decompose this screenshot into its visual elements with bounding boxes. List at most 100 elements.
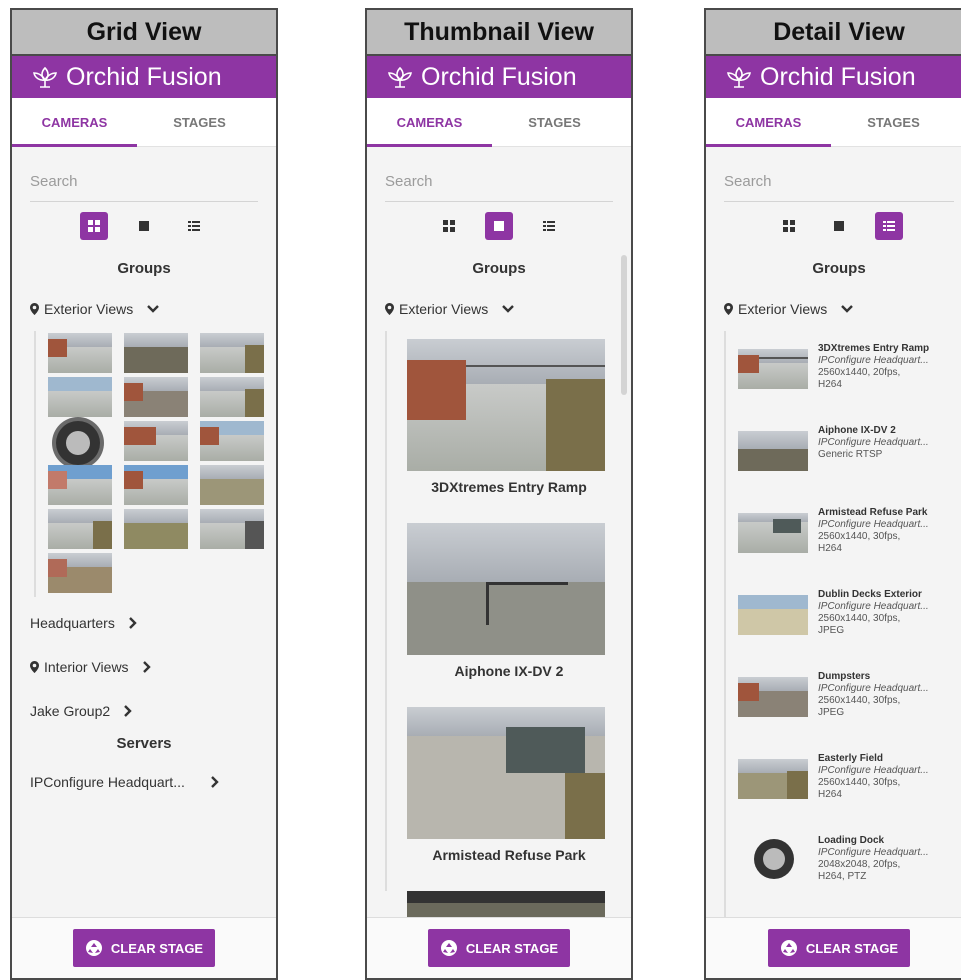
panel-caption: Thumbnail View	[367, 10, 631, 56]
grid-view-button[interactable]	[80, 212, 108, 240]
group-label: Exterior Views	[399, 301, 489, 317]
bottom-bar: CLEAR STAGE	[12, 917, 276, 978]
group-label: Headquarters	[30, 615, 115, 631]
camera-tile[interactable]	[56, 421, 100, 465]
camera-image	[738, 677, 808, 717]
grid-view-button[interactable]	[435, 212, 463, 240]
camera-spec: JPEG	[818, 707, 845, 718]
camera-name: Dublin Decks Exterior	[818, 589, 922, 600]
camera-tile[interactable]	[200, 421, 264, 461]
camera-tile[interactable]	[124, 465, 188, 505]
camera-tile[interactable]	[124, 421, 188, 461]
camera-tile[interactable]	[48, 553, 112, 593]
camera-location: IPConfigure Headquart...	[818, 847, 929, 858]
camera-info: Aiphone IX-DV 2 IPConfigure Headquart... G…	[818, 425, 953, 461]
camera-tile[interactable]	[48, 333, 112, 373]
camera-info: Loading Dock IPConfigure Headquart... 2048…	[818, 835, 953, 883]
detail-view-button[interactable]	[535, 212, 563, 240]
tab-bar: CAMERAS STAGES	[12, 98, 276, 147]
camera-tile[interactable]	[200, 333, 264, 373]
tab-stages[interactable]: STAGES	[492, 98, 617, 146]
list-icon	[188, 221, 200, 231]
camera-tile[interactable]	[48, 509, 112, 549]
thumbnail-view-button[interactable]	[825, 212, 853, 240]
detail-view-button[interactable]	[180, 212, 208, 240]
thumbnail-view-button[interactable]	[130, 212, 158, 240]
camera-tile[interactable]	[124, 509, 188, 549]
camera-detail-row[interactable]: Armistead Refuse Park IPConfigure Headqua…	[726, 507, 961, 589]
camera-thumbnail[interactable]: 3DXtremes Entry Ramp	[387, 331, 631, 495]
camera-spec: 2560x1440, 30fps,	[818, 777, 901, 788]
group-label: Exterior Views	[738, 301, 828, 317]
groups-heading: Groups	[472, 260, 526, 277]
tab-stages[interactable]: STAGES	[137, 98, 262, 146]
group-exterior-views[interactable]: Exterior Views	[367, 287, 631, 331]
camera-name: Easterly Field	[818, 753, 884, 764]
group-exterior-views[interactable]: Exterior Views	[706, 287, 961, 331]
view-toggle	[706, 210, 961, 242]
camera-tile[interactable]	[200, 465, 264, 505]
clear-stage-button[interactable]: CLEAR STAGE	[72, 929, 216, 967]
square-icon	[139, 221, 149, 231]
camera-spec: 2560x1440, 20fps,	[818, 367, 901, 378]
thumbnail-view-panel: Thumbnail View Orchid Fusion CAMERAS STA…	[365, 8, 633, 980]
search-input[interactable]: Search	[724, 161, 954, 202]
list-icon	[543, 221, 555, 231]
clear-stage-label: CLEAR STAGE	[110, 940, 204, 956]
camera-name: 3DXtremes Entry Ramp	[818, 343, 930, 354]
detail-view-button[interactable]	[875, 212, 903, 240]
group-jake-group2[interactable]: Jake Group2	[12, 689, 276, 733]
orchid-logo-icon	[388, 66, 412, 88]
camera-image	[738, 349, 808, 389]
camera-detail-row[interactable]: Dumpsters IPConfigure Headquart... 2560x14…	[726, 671, 961, 753]
camera-tile[interactable]	[48, 377, 112, 417]
thumbnail-list: 3DXtremes Entry Ramp Aiphone IX-DV 2 Arm…	[385, 331, 631, 931]
camera-tile[interactable]	[124, 333, 188, 373]
tab-cameras[interactable]: CAMERAS	[706, 98, 831, 147]
servers-heading: Servers	[116, 735, 172, 752]
app-header: Orchid Fusion	[367, 56, 631, 98]
server-item[interactable]: IPConfigure Headquart...	[12, 760, 276, 804]
chevron-right-icon	[142, 661, 151, 673]
camera-image	[754, 839, 794, 879]
camera-thumbnail[interactable]: Armistead Refuse Park	[387, 679, 631, 863]
search-input[interactable]: Search	[30, 161, 258, 202]
groups-heading: Groups	[812, 260, 866, 277]
camera-tile[interactable]	[124, 377, 188, 417]
camera-tile[interactable]	[200, 509, 264, 549]
thumbnail-view-button[interactable]	[485, 212, 513, 240]
camera-detail-row[interactable]: Easterly Field IPConfigure Headquart... 25…	[726, 753, 961, 835]
group-headquarters[interactable]: Headquarters	[12, 601, 276, 645]
clear-stage-label: CLEAR STAGE	[805, 940, 899, 956]
camera-name: 3DXtremes Entry Ramp	[431, 479, 587, 495]
group-interior-views[interactable]: Interior Views	[12, 645, 276, 689]
tab-stages[interactable]: STAGES	[831, 98, 956, 146]
clear-stage-button[interactable]: CLEAR STAGE	[767, 929, 911, 967]
groups-heading: Groups	[117, 260, 171, 277]
tab-bar: CAMERAS STAGES	[706, 98, 961, 147]
camera-detail-row[interactable]: 3DXtremes Entry Ramp IPConfigure Headquar…	[726, 343, 961, 425]
camera-name: Armistead Refuse Park	[432, 847, 586, 863]
tab-cameras[interactable]: CAMERAS	[12, 98, 137, 147]
grid-view-button[interactable]	[775, 212, 803, 240]
camera-detail-row[interactable]: Dublin Decks Exterior IPConfigure Headqua…	[726, 589, 961, 671]
camera-spec: H264	[818, 543, 842, 554]
camera-tile[interactable]	[48, 465, 112, 505]
camera-name: Aiphone IX-DV 2	[818, 425, 896, 436]
camera-detail-row[interactable]: Aiphone IX-DV 2 IPConfigure Headquart... G…	[726, 425, 961, 507]
camera-tile[interactable]	[200, 377, 264, 417]
brand-name: Orchid Fusion	[66, 62, 222, 91]
list-icon	[883, 221, 895, 231]
camera-image	[407, 523, 605, 655]
camera-name: Aiphone IX-DV 2	[454, 663, 564, 679]
camera-thumbnail[interactable]: Aiphone IX-DV 2	[387, 495, 631, 679]
scrollbar[interactable]	[621, 255, 627, 395]
camera-spec: 2560x1440, 30fps,	[818, 531, 901, 542]
clear-stage-button[interactable]: CLEAR STAGE	[427, 929, 571, 967]
brand-name: Orchid Fusion	[421, 62, 577, 91]
tab-cameras[interactable]: CAMERAS	[367, 98, 492, 147]
camera-image	[738, 513, 808, 553]
search-input[interactable]: Search	[385, 161, 613, 202]
camera-detail-row[interactable]: Loading Dock IPConfigure Headquart... 2048…	[726, 835, 961, 917]
group-exterior-views[interactable]: Exterior Views	[12, 287, 276, 331]
